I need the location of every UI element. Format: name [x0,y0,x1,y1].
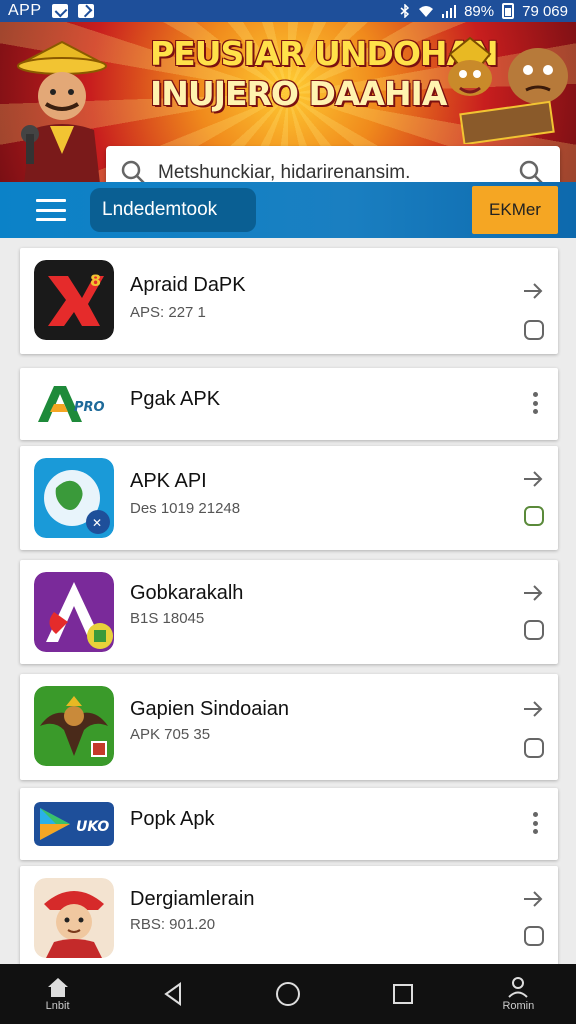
app-play-icon-text: UKO [76,819,109,835]
more-options-icon[interactable] [532,392,538,414]
arrow-right-icon[interactable] [522,584,544,602]
toolbar: Lndedemtook EKMer [0,182,576,238]
list-item[interactable]: UKO Popk Apk [20,788,558,860]
app-subtitle: APS: 227 1 [130,304,206,321]
app-name: Popk Apk [130,808,215,830]
signal-icon [442,4,457,18]
checkbox-icon[interactable] [524,620,544,640]
banner-title-line1: PEUSIAR UNDOHAN [150,34,499,73]
status-app-label: APP [8,2,42,19]
app-avatar-icon [34,878,114,958]
nav-recents[interactable] [373,966,433,1022]
app-subtitle: RBS: 901.20 [130,916,216,933]
battery-percent: 89% [464,2,495,20]
app-pro-icon: PRO [34,382,114,426]
back-icon [164,982,181,1006]
image-icon [51,4,68,18]
more-options-icon[interactable] [532,812,538,834]
hamburger-menu-icon[interactable] [36,199,66,221]
battery-icon [502,3,515,19]
profile-icon [508,977,529,998]
toolbar-title[interactable]: Lndedemtook [90,188,256,232]
download-icon [77,4,94,18]
search-input[interactable]: Metshunckiar, hidarirenansim. [158,162,518,182]
search-bar[interactable]: Metshunckiar, hidarirenansim. [106,146,560,182]
wifi-icon [419,5,434,17]
arrow-right-icon[interactable] [522,282,544,300]
app-play-icon: UKO [34,802,114,846]
list-item[interactable]: 8 Apraid DaPK APS: 227 1 [20,248,558,354]
arrow-right-icon[interactable] [522,700,544,718]
svg-text:8: 8 [90,271,101,290]
promo-banner[interactable]: PEUSIAR UNDOHAN INUJERO DAAHIA Metshunck… [0,22,576,182]
list-item[interactable]: Gapien Sindoaian APK 705 35 [20,674,558,780]
svg-text:✕: ✕ [92,516,102,530]
recents-icon [393,984,414,1004]
arrow-right-icon[interactable] [522,470,544,488]
app-x-icon: 8 [34,260,114,340]
checkbox-icon[interactable] [524,506,544,526]
app-globe-icon: ✕ [34,458,114,538]
mascot-right-image [448,36,568,144]
nav-profile[interactable]: Romin [488,966,548,1022]
banner-title: PEUSIAR UNDOHAN INUJERO DAAHIA [150,34,499,114]
bottom-nav-bar: Lnbit Romin [0,964,576,1024]
list-item[interactable]: PRO Pgak APK [20,368,558,440]
app-a-icon [34,572,114,652]
checkbox-icon[interactable] [524,320,544,340]
home-icon [47,978,68,997]
mascot-left-image [17,40,107,182]
list-item[interactable]: Gobkarakalh B1S 18045 [20,560,558,664]
status-time: 79 069 [522,2,568,20]
nav-profile-label: Romin [502,1000,535,1012]
app-pro-icon-text: PRO [74,400,105,415]
app-subtitle: B1S 18045 [130,610,205,627]
enter-button[interactable]: EKMer [472,186,558,234]
app-name: Dergiamlerain [130,888,255,910]
search-icon[interactable] [120,159,148,182]
search-submit-icon[interactable] [518,159,546,182]
arrow-right-icon[interactable] [522,890,544,908]
nav-home[interactable]: Lnbit [28,966,88,1022]
status-bar: APP 89% 79 069 [0,0,576,22]
app-subtitle: Des 1019 21248 [130,500,241,517]
checkbox-icon[interactable] [524,738,544,758]
app-name: APK API [130,470,207,492]
nav-home-circle[interactable] [258,966,318,1022]
banner-title-line2: INUJERO DAAHIA [150,74,447,113]
app-subtitle: APK 705 35 [130,726,211,743]
bluetooth-icon [400,4,410,18]
list-item[interactable]: ✕ APK API Des 1019 21248 [20,446,558,550]
app-garuda-icon [34,686,114,766]
nav-home-label: Lnbit [45,1000,70,1012]
circle-home-icon [275,982,300,1006]
app-name: Gobkarakalh [130,582,244,604]
app-name: Apraid DaPK [130,274,246,296]
list-item[interactable]: Dergiamlerain RBS: 901.20 [20,866,558,966]
checkbox-icon[interactable] [524,926,544,946]
app-name: Gapien Sindoaian [130,698,290,720]
app-name: Pgak APK [130,388,221,410]
nav-back[interactable] [143,966,203,1022]
